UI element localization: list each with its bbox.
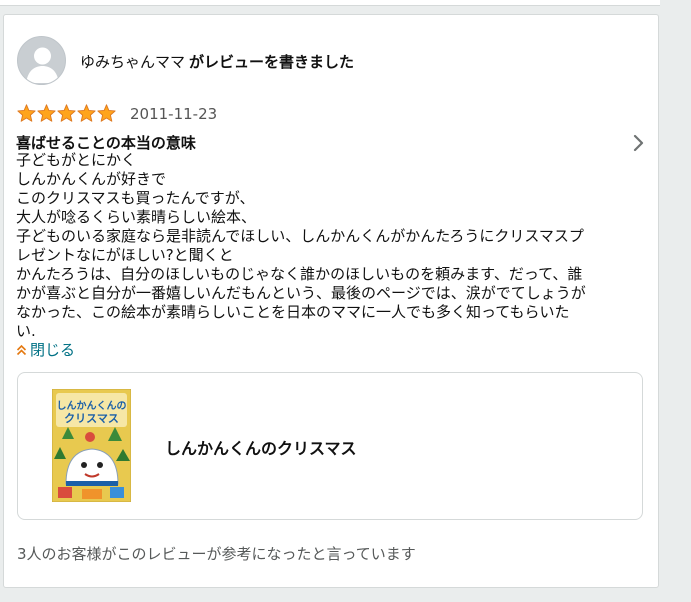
svg-text:クリスマス: クリスマス — [64, 412, 119, 425]
svg-text:しんかんくんの: しんかんくんの — [57, 400, 127, 412]
author-line: ゆみちゃんママ がレビューを書きました — [80, 51, 354, 72]
review-body-line: レゼントなにがほしい?と聞くと — [16, 246, 234, 264]
avatar — [17, 36, 66, 85]
helpful-count-text: 3人のお客様がこのレビューが参考になったと言っています — [17, 545, 416, 563]
star-filled-icon — [37, 104, 56, 122]
review-body-line: かが喜ぶと自分が一番嬉しいんだもんという、最後のページでは、涙がでてしょうが — [16, 284, 586, 302]
review-body-line: 子どもがとにかく — [16, 151, 137, 169]
review-body-line: しんかんくんが好きで — [16, 170, 167, 188]
review-body: 子どもがとにかく しんかんくんが好きで このクリスマスも買ったんですが、 大人が唸るく… — [16, 151, 638, 337]
book-cover-image[interactable]: しんかんくんの クリスマス — [51, 388, 132, 503]
previous-card-edge — [0, 0, 660, 6]
author-name[interactable]: ゆみちゃんママ — [80, 53, 185, 71]
star-filled-icon — [97, 104, 116, 122]
product-title[interactable]: しんかんくんのクリスマス — [165, 435, 357, 459]
review-title: 喜ばせることの本当の意味 — [16, 134, 196, 152]
review-body-line: い. — [16, 322, 36, 337]
review-card: ゆみちゃんママ がレビューを書きました 2011-11-23 喜ばせることの本当の… — [3, 14, 659, 588]
review-body-line: かんたろうは、自分のほしいものじゃなく誰かのほしいものを頼みます、だって、誰 — [16, 265, 583, 283]
review-body-line: このクリスマスも買ったんですが、 — [16, 189, 255, 207]
user-silhouette-icon — [26, 47, 59, 83]
product-card[interactable]: しんかんくんの クリスマス しんかんくんのクリスマス — [17, 372, 643, 520]
author-action: がレビューを書きました — [189, 53, 355, 71]
star-filled-icon — [17, 104, 36, 122]
collapse-label: 閉じる — [30, 341, 76, 359]
review-body-line: なかった、この絵本が素晴らしいことを日本のママに一人でも多く知ってもらいた — [16, 303, 570, 321]
review-body-line: 大人が唸るくらい素晴らしい絵本、 — [16, 208, 257, 226]
collapse-link[interactable]: 閉じる — [16, 339, 75, 360]
star-filled-icon — [77, 104, 96, 122]
review-body-line: 子どものいる家庭なら是非読んでほしい、しんかんくんがかんたろうにクリスマスプ — [16, 227, 584, 245]
star-filled-icon — [57, 104, 76, 122]
double-chevron-up-icon — [16, 344, 27, 355]
star-rating — [17, 104, 116, 122]
review-date: 2011-11-23 — [130, 105, 218, 123]
